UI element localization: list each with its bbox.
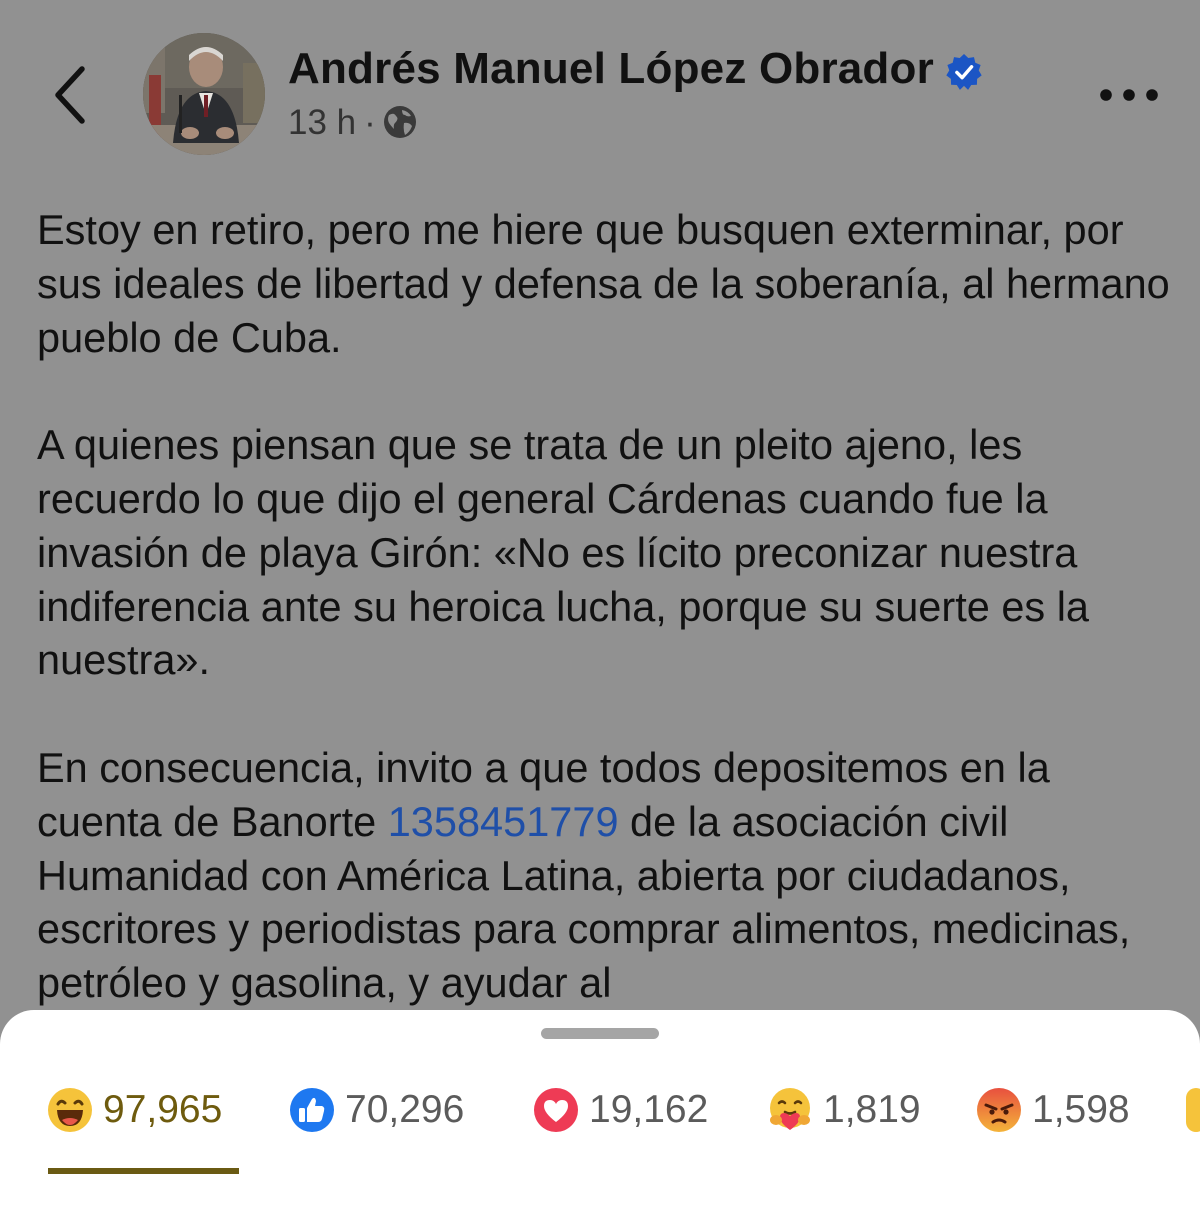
sheet-grabber-handle[interactable] bbox=[541, 1028, 659, 1039]
globe-icon bbox=[383, 106, 416, 138]
haha-icon bbox=[48, 1088, 92, 1132]
post-header: Andrés Manuel López Obrador 13 h · bbox=[0, 0, 1200, 170]
reaction-count-love: 19,162 bbox=[589, 1088, 709, 1131]
account-number-link[interactable]: 1358451779 bbox=[388, 798, 619, 845]
more-horizontal-icon bbox=[1100, 89, 1158, 101]
author-avatar[interactable] bbox=[143, 33, 265, 155]
reaction-count-angry: 1,598 bbox=[1032, 1088, 1130, 1131]
post-text: Estoy en retiro, pero me hiere que busqu… bbox=[37, 203, 1177, 1064]
like-icon bbox=[290, 1088, 334, 1132]
reaction-tab-love[interactable]: 19,162 bbox=[532, 1082, 708, 1138]
post-paragraph: En consecuencia, invito a que todos depo… bbox=[37, 741, 1177, 1010]
love-icon bbox=[534, 1088, 578, 1132]
reaction-tab-angry[interactable]: 1,598 bbox=[975, 1082, 1130, 1138]
reaction-tab-haha[interactable]: 97,965 bbox=[46, 1082, 222, 1138]
verified-badge-icon bbox=[946, 53, 982, 90]
back-button[interactable] bbox=[40, 55, 110, 135]
reaction-count-like: 70,296 bbox=[345, 1088, 465, 1131]
reaction-count-haha: 97,965 bbox=[103, 1088, 223, 1131]
chevron-left-icon bbox=[55, 66, 85, 124]
angry-icon bbox=[977, 1088, 1021, 1132]
avatar-photo bbox=[143, 33, 265, 155]
reaction-tab-like[interactable]: 70,296 bbox=[288, 1082, 464, 1138]
reaction-count-care: 1,819 bbox=[823, 1088, 921, 1131]
more-options-button[interactable] bbox=[1094, 78, 1164, 112]
reactions-sheet: 97,965 70,296 19,162 1,819 1,598 bbox=[0, 1010, 1200, 1210]
post-meta: 13 h · bbox=[288, 103, 418, 143]
reaction-tab-care[interactable]: 1,819 bbox=[766, 1082, 921, 1138]
post-timestamp[interactable]: 13 h bbox=[288, 103, 356, 142]
care-icon bbox=[770, 1088, 810, 1130]
post-paragraph: Estoy en retiro, pero me hiere que busqu… bbox=[37, 206, 1170, 361]
meta-separator: · bbox=[364, 103, 376, 142]
author-name[interactable]: Andrés Manuel López Obrador bbox=[288, 44, 934, 94]
post-paragraph: A quienes piensan que se trata de un ple… bbox=[37, 421, 1089, 684]
reaction-tab-overflow[interactable] bbox=[1186, 1088, 1200, 1132]
active-tab-indicator bbox=[48, 1168, 239, 1174]
reaction-tabs: 97,965 70,296 19,162 1,819 1,598 bbox=[0, 1082, 1200, 1138]
